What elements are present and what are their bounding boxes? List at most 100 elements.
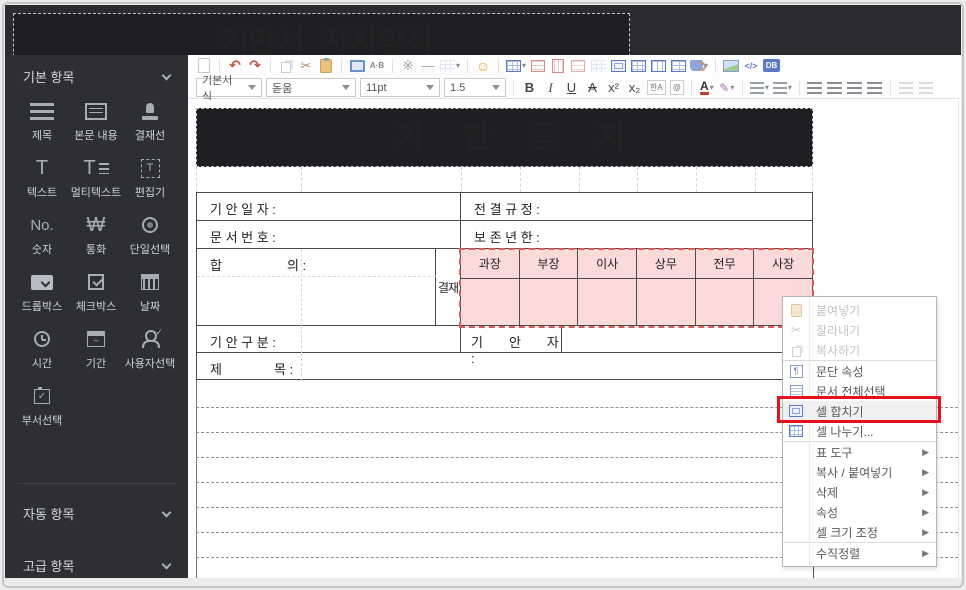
special-char-button[interactable]: ※ bbox=[400, 57, 416, 74]
sidebar-item-multitext[interactable]: T 멀티텍스트 bbox=[69, 153, 123, 200]
outdent-button[interactable] bbox=[898, 79, 914, 96]
cell-jeonmu[interactable]: 전무 bbox=[696, 249, 755, 278]
link-button[interactable]: @ bbox=[669, 80, 684, 95]
split-row-button[interactable] bbox=[650, 57, 666, 74]
titlebar: 기안서_자사양식 bbox=[5, 5, 961, 72]
section-auto-items[interactable]: 자동 항목 bbox=[5, 492, 188, 531]
cell-sajang[interactable]: 사장 bbox=[754, 249, 812, 278]
highlight-pen-button[interactable]: ✎ ▾ bbox=[719, 79, 735, 96]
dept-check-icon: ✓ bbox=[34, 386, 50, 404]
cell-doc-no[interactable]: 문 서 번 호 : bbox=[197, 221, 461, 249]
sidebar-item-title[interactable]: 제목 bbox=[15, 96, 69, 143]
menu-item-copy-paste[interactable]: 복사 / 붙여넣기 ▶ bbox=[783, 462, 936, 482]
cell-draft-type[interactable]: 기 안 구 분 : bbox=[197, 326, 461, 353]
redo-button[interactable]: ↷ bbox=[247, 57, 263, 74]
font-color-button[interactable]: A ▾ bbox=[699, 79, 715, 96]
cell-retention[interactable]: 보 존 년 한 : bbox=[461, 221, 812, 249]
split-col-button[interactable] bbox=[670, 57, 686, 74]
menu-item-table-tools[interactable]: 표 도구 ▶ bbox=[783, 442, 936, 462]
hanja-convert-button[interactable]: 한A bbox=[647, 80, 666, 95]
sidebar-item-approval-line[interactable]: 결재선 bbox=[123, 96, 177, 143]
section-advanced-items[interactable]: 고급 항목 bbox=[5, 544, 188, 583]
cell-drafter[interactable]: 기 안 자 : bbox=[461, 326, 562, 366]
cell-bg-color-button[interactable]: ▾ bbox=[690, 57, 708, 74]
sidebar-item-number[interactable]: No. 숫자 bbox=[15, 210, 69, 257]
delete-row-button[interactable] bbox=[550, 57, 566, 74]
calendar-icon bbox=[141, 274, 159, 290]
menu-item-copy[interactable]: 복사하기 bbox=[783, 340, 936, 360]
cell-agreement[interactable]: 합 의 : bbox=[197, 249, 436, 326]
align-left-button[interactable] bbox=[807, 79, 823, 96]
sidebar-item-user-select[interactable]: ✓ 사용자선택 bbox=[123, 324, 177, 371]
sidebar-item-dept-select[interactable]: ✓ 부서선택 bbox=[15, 381, 69, 428]
menu-item-paragraph-props[interactable]: ¶ 문단 속성 bbox=[783, 361, 936, 381]
italic-button[interactable]: I bbox=[542, 80, 559, 96]
copy-button[interactable] bbox=[278, 57, 294, 74]
sidebar-item-dropbox[interactable]: 드롭박스 bbox=[15, 267, 69, 314]
cell-draft-date[interactable]: 기 안 일 자 : bbox=[197, 193, 461, 221]
section-basic-items[interactable]: 기본 항목 bbox=[5, 55, 188, 94]
menu-item-select-all[interactable]: 문서 전체선택 bbox=[783, 381, 936, 401]
copy-icon bbox=[791, 346, 801, 357]
cell-bujang[interactable]: 부장 bbox=[520, 249, 579, 278]
cut-button[interactable]: ✂ bbox=[298, 57, 314, 74]
align-right-button[interactable] bbox=[847, 79, 863, 96]
indent-button[interactable] bbox=[918, 79, 934, 96]
sidebar-item-date[interactable]: 날짜 bbox=[123, 267, 177, 314]
strikethrough-button[interactable]: A bbox=[584, 80, 601, 95]
insert-row-button[interactable] bbox=[530, 57, 546, 74]
horizontal-line-button[interactable]: — bbox=[420, 57, 436, 74]
approval-sign-row[interactable] bbox=[461, 279, 812, 326]
insert-table-button[interactable]: ▾ bbox=[506, 57, 526, 74]
align-justify-button[interactable] bbox=[867, 79, 883, 96]
cell-rule[interactable]: 전 결 규 정 : bbox=[461, 193, 812, 221]
font-family-select[interactable]: 돋움 bbox=[266, 78, 356, 97]
html-code-button[interactable]: </> bbox=[743, 57, 759, 74]
font-size-select[interactable]: 11pt bbox=[360, 78, 440, 97]
superscript-button[interactable]: x² bbox=[605, 80, 622, 95]
db-field-button[interactable]: DB bbox=[763, 57, 781, 74]
table-properties-button[interactable] bbox=[630, 57, 646, 74]
menu-item-cell-size[interactable]: 셀 크기 조정 ▶ bbox=[783, 522, 936, 542]
underline-button[interactable]: U bbox=[563, 80, 580, 95]
align-center-button[interactable] bbox=[827, 79, 843, 96]
cell-subject[interactable]: 제 목 : bbox=[197, 353, 812, 381]
cell-isa[interactable]: 이사 bbox=[578, 249, 638, 278]
menu-item-vertical-align[interactable]: 수직정렬 ▶ bbox=[783, 543, 936, 563]
paragraph-style-select[interactable]: 기본서식 bbox=[196, 75, 262, 103]
menu-item-merge-cells[interactable]: 셀 합치기 bbox=[783, 401, 936, 421]
menu-item-properties[interactable]: 속성 ▶ bbox=[783, 502, 936, 522]
screenshot-button[interactable] bbox=[349, 57, 365, 74]
sidebar-item-time[interactable]: 시간 bbox=[15, 324, 69, 371]
sidebar-item-editor[interactable]: T 편집기 bbox=[123, 153, 177, 200]
menu-item-cut[interactable]: ✂ 잘라내기 bbox=[783, 320, 936, 340]
find-replace-button[interactable]: A·B bbox=[369, 57, 385, 74]
subscript-button[interactable]: x₂ bbox=[626, 80, 643, 95]
line-height-select[interactable]: 1.5 bbox=[444, 78, 506, 97]
sidebar-item-single-select[interactable]: 단일선택 bbox=[123, 210, 177, 257]
delete-col-button[interactable] bbox=[590, 57, 606, 74]
paste-button[interactable] bbox=[318, 57, 334, 74]
cell-approval[interactable]: 결재 bbox=[436, 249, 461, 326]
bold-button[interactable]: B bbox=[521, 80, 538, 95]
emoticon-button[interactable]: ☺ bbox=[475, 57, 491, 74]
sidebar-item-text[interactable]: T 텍스트 bbox=[15, 153, 69, 200]
cell-sangmu[interactable]: 상무 bbox=[637, 249, 696, 278]
menu-item-split-cells[interactable]: 셀 나누기... bbox=[783, 421, 936, 441]
section-basic-label: 기본 항목 bbox=[23, 70, 75, 85]
insert-image-button[interactable] bbox=[723, 57, 740, 74]
cell-gwajang[interactable]: 과장 bbox=[461, 249, 520, 278]
merge-cells-button[interactable] bbox=[610, 57, 626, 74]
menu-item-paste[interactable]: 붙여넣기 bbox=[783, 300, 936, 320]
cell-drafter-value[interactable] bbox=[562, 326, 812, 353]
doc-title-cell[interactable]: 기 안 용 지 bbox=[196, 108, 813, 167]
ordered-list-button[interactable]: ▾ bbox=[749, 79, 769, 96]
unordered-list-button[interactable]: ▾ bbox=[772, 79, 792, 96]
sidebar-item-checkbox[interactable]: 체크박스 bbox=[69, 267, 123, 314]
sidebar-item-period[interactable]: ~ 기간 bbox=[69, 324, 123, 371]
sidebar-item-body[interactable]: 본문 내용 bbox=[69, 96, 123, 143]
menu-item-delete[interactable]: 삭제 ▶ bbox=[783, 482, 936, 502]
sidebar-item-currency[interactable]: ₩ 통화 bbox=[69, 210, 123, 257]
table-date-button[interactable]: ▾ bbox=[440, 57, 460, 74]
insert-col-button[interactable] bbox=[570, 57, 586, 74]
